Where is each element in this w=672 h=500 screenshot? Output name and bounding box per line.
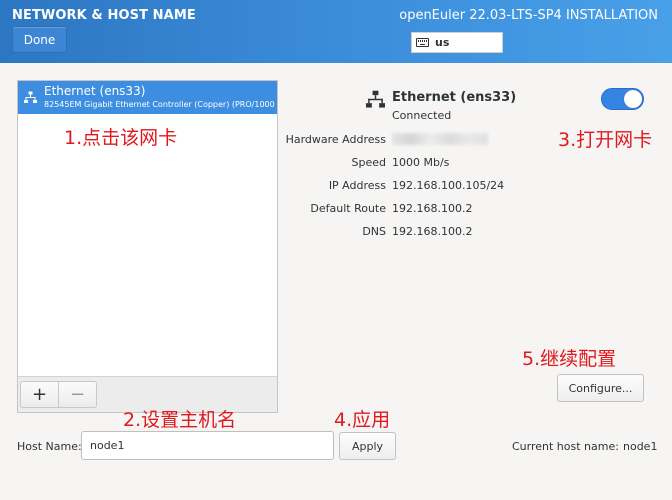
configure-button[interactable]: Configure... — [557, 374, 644, 402]
ip-address-value: 192.168.100.105/24 — [392, 179, 505, 192]
annotation-step4: 4.应用 — [334, 409, 391, 431]
host-name-label: Host Name: — [17, 440, 82, 453]
annotation-step1: 1.点击该网卡 — [64, 127, 178, 149]
default-route-value: 192.168.100.2 — [392, 202, 473, 215]
network-wired-icon — [366, 90, 385, 108]
annotation-step2: 2.设置主机名 — [123, 409, 237, 431]
default-route-label: Default Route — [310, 202, 386, 215]
ip-address-label: IP Address — [328, 179, 386, 192]
page-title: NETWORK & HOST NAME — [12, 8, 196, 23]
device-description: 82545EM Gigabit Ethernet Controller (Cop… — [44, 100, 275, 109]
speed-label: Speed — [351, 156, 386, 169]
network-wired-icon — [24, 91, 37, 103]
current-host-name-value: node1 — [623, 440, 658, 453]
device-enable-toggle[interactable] — [601, 88, 644, 110]
annotation-step3: 3.打开网卡 — [558, 129, 653, 151]
device-row-ens33[interactable]: Ethernet (ens33) 82545EM Gigabit Etherne… — [18, 81, 277, 114]
apply-button[interactable]: Apply — [339, 432, 396, 460]
device-detail-name: Ethernet (ens33) — [392, 90, 517, 105]
host-name-input[interactable] — [81, 431, 334, 460]
keyboard-layout-indicator[interactable]: us — [411, 32, 503, 53]
dns-label: DNS — [362, 225, 386, 238]
current-host-name-label: Current host name: — [512, 440, 619, 453]
annotation-step5: 5.继续配置 — [522, 348, 617, 370]
done-button[interactable]: Done — [12, 26, 67, 53]
install-title: openEuler 22.03-LTS-SP4 INSTALLATION — [399, 8, 658, 23]
header-bar: NETWORK & HOST NAME Done openEuler 22.03… — [0, 0, 672, 63]
speed-value: 1000 Mb/s — [392, 156, 450, 169]
hardware-address-value-redacted — [392, 133, 488, 145]
add-device-button[interactable]: + — [20, 381, 59, 408]
toggle-knob — [624, 90, 642, 108]
dns-value: 192.168.100.2 — [392, 225, 473, 238]
hardware-address-label: Hardware Address — [285, 133, 386, 146]
remove-device-button[interactable]: − — [58, 381, 97, 408]
keyboard-layout-label: us — [435, 36, 450, 49]
device-status: Connected — [392, 109, 452, 122]
keyboard-icon — [416, 38, 429, 47]
device-name: Ethernet (ens33) — [44, 84, 146, 98]
